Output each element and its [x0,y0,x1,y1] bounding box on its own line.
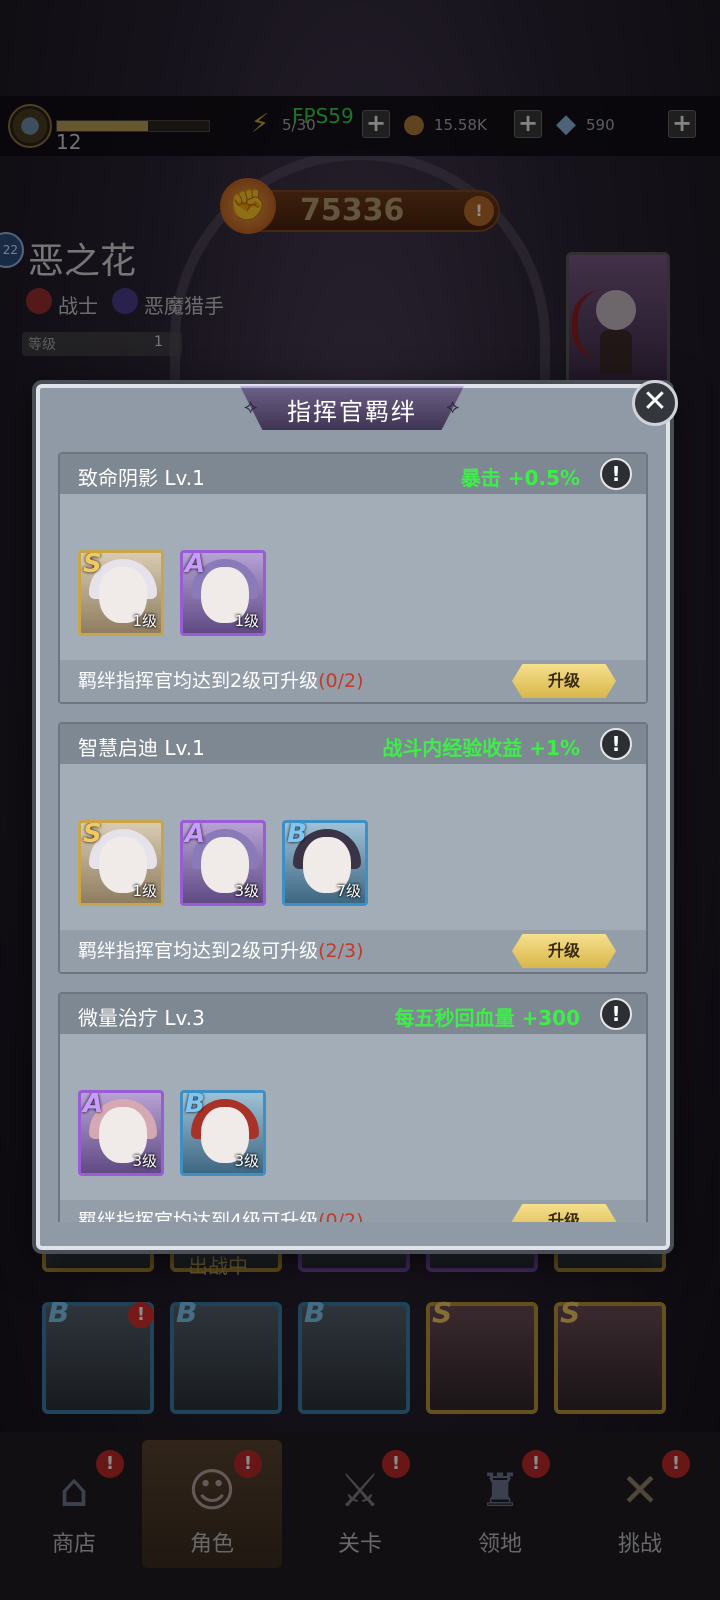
requirement-text: 羁绊指挥官均达到4级可升级 [78,1210,319,1222]
requirement-text: 羁绊指挥官均达到2级可升级 [78,940,319,962]
hero-level: 3级 [132,1152,157,1170]
bond-bonus: 暴击 +0.5% [460,466,580,490]
hero-level: 3级 [234,1152,259,1170]
bond-hero-slot[interactable]: A 3级 [180,820,266,906]
bond-name: 智慧启迪 Lv.1 [78,736,205,760]
bond-card: 致命阴影 Lv.1 暴击 +0.5% ! S 1级 A 1级 羁绊指挥官均达到2… [58,452,648,704]
bond-info-button[interactable]: ! [600,728,632,760]
bond-name: 微量治疗 Lv.3 [78,1006,205,1030]
hero-rank: S [83,550,102,579]
modal-title: 指挥官羁绊 [287,398,417,426]
bond-card: 微量治疗 Lv.3 每五秒回血量 +300 ! A 3级 B 3级 羁绊指挥官均… [58,992,648,1222]
hero-rank: A [185,550,206,579]
bond-bonus: 战斗内经验收益 +1% [382,736,580,760]
hero-rank: A [185,820,206,849]
requirement-progress: (0/2) [318,1210,364,1222]
bond-requirement: 羁绊指挥官均达到2级可升级(0/2) [78,666,364,693]
bond-hero-slot[interactable]: S 1级 [78,550,164,636]
bond-hero-slot[interactable]: S 1级 [78,820,164,906]
requirement-text: 羁绊指挥官均达到2级可升级 [78,670,319,692]
upgrade-button[interactable]: 升级 [512,664,616,698]
bond-hero-slot[interactable]: A 1级 [180,550,266,636]
bond-requirement: 羁绊指挥官均达到4级可升级(0/2) [78,1206,364,1222]
hero-rank: A [83,1090,104,1119]
hero-level: 1级 [132,612,157,630]
hero-rank: B [185,1090,205,1119]
bond-info-button[interactable]: ! [600,458,632,490]
bond-hero-slot[interactable]: B 7级 [282,820,368,906]
bond-hero-slot[interactable]: B 3级 [180,1090,266,1176]
bond-hero-slot[interactable]: A 3级 [78,1090,164,1176]
hero-level: 1级 [132,882,157,900]
hero-rank: B [287,820,307,849]
close-button[interactable]: ✕ [632,380,678,426]
bond-info-button[interactable]: ! [600,998,632,1030]
bond-bonus: 每五秒回血量 +300 [394,1006,580,1030]
hero-level: 1级 [234,612,259,630]
hero-level: 7级 [336,882,361,900]
hero-rank: S [83,820,102,849]
bond-list[interactable]: 致命阴影 Lv.1 暴击 +0.5% ! S 1级 A 1级 羁绊指挥官均达到2… [58,452,648,1222]
bond-name: 致命阴影 Lv.1 [78,466,205,490]
bond-card: 智慧启迪 Lv.1 战斗内经验收益 +1% ! S 1级 A 3级 B 7级 羁… [58,722,648,974]
requirement-progress: (2/3) [318,940,364,962]
upgrade-button[interactable]: 升级 [512,1204,616,1222]
hero-level: 3级 [234,882,259,900]
bond-requirement: 羁绊指挥官均达到2级可升级(2/3) [78,936,364,963]
upgrade-button[interactable]: 升级 [512,934,616,968]
requirement-progress: (0/2) [318,670,364,692]
